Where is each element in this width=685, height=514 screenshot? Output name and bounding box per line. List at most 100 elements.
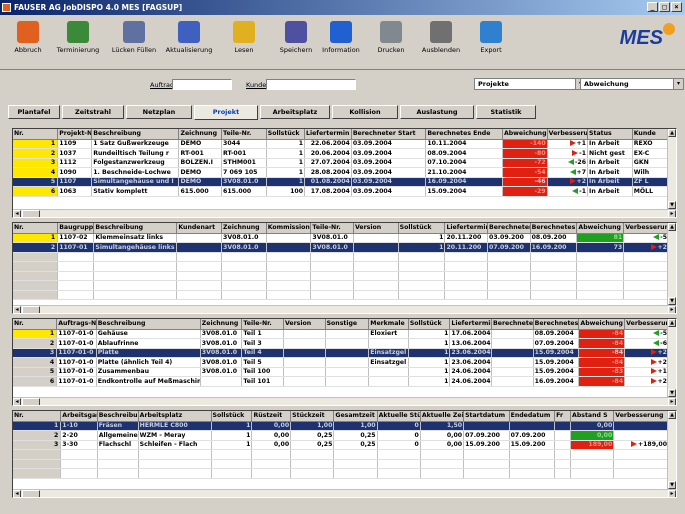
toolbar-button-lesen[interactable]: Lesen <box>218 19 270 67</box>
scroll-left-icon[interactable]: ◂ <box>13 306 21 313</box>
column-header[interactable]: Endedatum <box>509 411 556 422</box>
tab-netzplan[interactable]: Netzplan <box>126 105 192 119</box>
scroll-left-icon[interactable]: ◂ <box>13 490 21 497</box>
toolbar-button-aktualisierung[interactable]: Aktualisierung <box>163 19 215 67</box>
scroll-right-icon[interactable]: ▸ <box>668 490 676 497</box>
table-row[interactable]: 3 1107-01-0 Platte 3V08.01.0 Teil 4 Einsatzge… <box>13 348 669 358</box>
column-header[interactable]: Zeichnung <box>200 319 243 330</box>
tab-kollision[interactable]: Kollision <box>332 105 398 119</box>
table-row[interactable]: 2 2-20 Allgemeine WZM - Meray 1 0,00 0,25 0,25 0… <box>13 430 669 441</box>
column-header[interactable]: Abstand S <box>570 411 615 422</box>
scroll-right-icon[interactable]: ▸ <box>668 306 676 313</box>
tab-zeitstrahl[interactable]: Zeitstrahl <box>62 105 124 119</box>
column-header[interactable]: Aktuelle Zeit <box>420 411 465 422</box>
column-header[interactable]: Sollstück <box>398 223 446 234</box>
column-header[interactable]: Abweichung <box>502 129 548 140</box>
column-header[interactable]: Arbeitsgang <box>60 411 98 422</box>
column-header[interactable]: Baugruppe <box>57 223 95 234</box>
column-header[interactable]: Teile-Nr. <box>310 223 354 234</box>
toolbar-button-abbruch[interactable]: Abbruch <box>2 19 54 67</box>
column-header[interactable]: Liefertermin <box>449 319 493 330</box>
orders-vertical-scrollbar[interactable]: ▲ ▼ <box>667 319 676 397</box>
operations-vertical-scrollbar[interactable]: ▲ ▼ <box>667 411 676 489</box>
column-header[interactable]: Beschreibung <box>96 319 201 330</box>
tab-projekt[interactable]: Projekt <box>194 105 258 120</box>
assemblies-horizontal-scrollbar[interactable]: ◂ ▸ <box>13 305 676 313</box>
scroll-up-icon[interactable]: ▲ <box>668 223 676 231</box>
scroll-down-icon[interactable]: ▼ <box>668 201 676 209</box>
column-header[interactable]: Berechneter Start <box>351 129 427 140</box>
operations-horizontal-scrollbar[interactable]: ◂ ▸ <box>13 489 676 497</box>
tab-statistik[interactable]: Statistik <box>476 105 536 119</box>
tab-auslastung[interactable]: Auslastung <box>400 105 474 119</box>
column-header[interactable]: Berechnetes Ende <box>425 129 503 140</box>
table-row[interactable]: 2 1037 Rundeiltisch Teilung r RT-001 RT-001 1… <box>13 148 670 159</box>
column-header[interactable]: Arbeitsplatz <box>138 411 212 422</box>
column-header[interactable]: Verbesserung <box>623 223 669 234</box>
column-header[interactable]: Sollstück <box>266 129 306 140</box>
column-header[interactable]: Beschreibung <box>91 129 180 140</box>
kunde-input[interactable] <box>266 79 356 90</box>
column-header[interactable]: Kunde <box>632 129 670 140</box>
table-row[interactable]: 2 1107-01 Simultangehäuse links 3V08.01.0 3V… <box>13 242 669 253</box>
scroll-left-icon[interactable]: ◂ <box>13 398 21 405</box>
table-row[interactable]: 2 1107-01-0 Ablaufrinne 3V08.01.0 Teil 3 1 13.… <box>13 338 669 349</box>
tab-plantafel[interactable]: Plantafel <box>8 105 60 119</box>
mode-select[interactable]: Abweichung ▾ <box>580 78 684 90</box>
table-row[interactable]: 4 1090 1. Beschneide-Lochwe DEMO 7 069 105 1 2… <box>13 167 670 178</box>
column-header[interactable]: Berechnetes Ende <box>530 223 578 234</box>
column-header[interactable]: Status <box>587 129 633 140</box>
table-row[interactable]: 1 1109 1 Satz Gußwerkzeuge DEMO 3044 1 22.06.2… <box>13 139 670 149</box>
tab-arbeitsplatz[interactable]: Arbeitsplatz <box>260 105 330 119</box>
scroll-up-icon[interactable]: ▲ <box>668 129 676 137</box>
table-row[interactable]: 1 1107-02 Klemmeinsatz links 3V08.01.0 3V08.… <box>13 233 669 243</box>
table-row[interactable]: 5 1107 Simultangehäuse und I DEMO 3V08.01.0 1… <box>13 177 670 187</box>
column-header[interactable]: Projekt-Nr. <box>57 129 93 140</box>
table-row[interactable]: 1 1-10 Fräsen HERMLE C800 1 0,00 1,00 1,00 0 1,50… <box>13 421 669 431</box>
toolbar-button-ausblenden[interactable]: Ausblenden <box>415 19 467 67</box>
column-header[interactable]: Nr. <box>13 319 58 330</box>
orders-horizontal-scrollbar[interactable]: ◂ ▸ <box>13 397 676 405</box>
toolbar-button-information[interactable]: Information <box>315 19 367 67</box>
column-header[interactable]: Berechnetes Ende <box>533 319 580 330</box>
column-header[interactable]: Kommission <box>266 223 312 234</box>
column-header[interactable]: Nr. <box>13 129 59 140</box>
table-row[interactable]: 3 3-30 Flachschl Schleifen - Flach 1 0,00 0,25… <box>13 440 669 450</box>
column-header[interactable]: Verbesserung <box>613 411 669 422</box>
column-header[interactable]: Auftrags-Nr. <box>56 319 97 330</box>
column-header[interactable]: Nr. <box>13 223 59 234</box>
maximize-button[interactable]: □ <box>659 2 670 12</box>
column-header[interactable]: Liefertermin <box>444 223 489 234</box>
column-header[interactable]: Teile-Nr. <box>221 129 267 140</box>
column-header[interactable]: Zeichnung <box>221 223 267 234</box>
scroll-down-icon[interactable]: ▼ <box>668 297 676 305</box>
column-header[interactable]: Berechneter Start <box>487 223 531 234</box>
column-header[interactable]: Verbesserung <box>547 129 589 140</box>
scroll-left-icon[interactable]: ◂ <box>13 210 21 217</box>
column-header[interactable]: Rüstzeit <box>251 411 292 422</box>
table-row[interactable]: 6 1107-01-0 Endkontrolle auf Meßmaschine Te… <box>13 376 669 387</box>
column-header[interactable]: Teile-Nr. <box>241 319 284 330</box>
scroll-up-icon[interactable]: ▲ <box>668 319 676 327</box>
column-header[interactable]: Abweichung <box>578 319 626 330</box>
column-header[interactable]: Beschreibung <box>97 411 139 422</box>
scroll-down-icon[interactable]: ▼ <box>668 481 676 489</box>
column-header[interactable]: Abweichung <box>576 223 625 234</box>
scroll-thumb[interactable] <box>22 210 40 217</box>
column-header[interactable]: Gesamtzeit <box>333 411 378 422</box>
scroll-thumb[interactable] <box>22 398 40 405</box>
column-header[interactable]: Verbesserung <box>624 319 669 330</box>
column-header[interactable]: Sollstück <box>408 319 451 330</box>
column-header[interactable]: Nr. <box>13 411 62 422</box>
toolbar-button-terminierung[interactable]: Terminierung <box>52 19 104 67</box>
column-header[interactable]: Berechneter Start <box>491 319 534 330</box>
column-header[interactable]: Fr <box>554 411 572 422</box>
table-row[interactable]: 4 1107-01-0 Platte (ähnlich Teil 4) 3V08.01… <box>13 357 669 368</box>
table-row[interactable]: 1 1107-01-0 Gehäuse 3V08.01.0 Teil 1 Eloxiert… <box>13 329 669 339</box>
table-row[interactable]: 3 1112 Folgestanzwerkzeug BOLZEN.I STHM001 1 2… <box>13 158 670 168</box>
scroll-right-icon[interactable]: ▸ <box>668 398 676 405</box>
minimize-button[interactable]: _ <box>647 2 658 12</box>
column-header[interactable]: Zeichnung <box>178 129 223 140</box>
scroll-thumb[interactable] <box>22 490 40 497</box>
column-header[interactable]: Sonstige <box>325 319 370 330</box>
